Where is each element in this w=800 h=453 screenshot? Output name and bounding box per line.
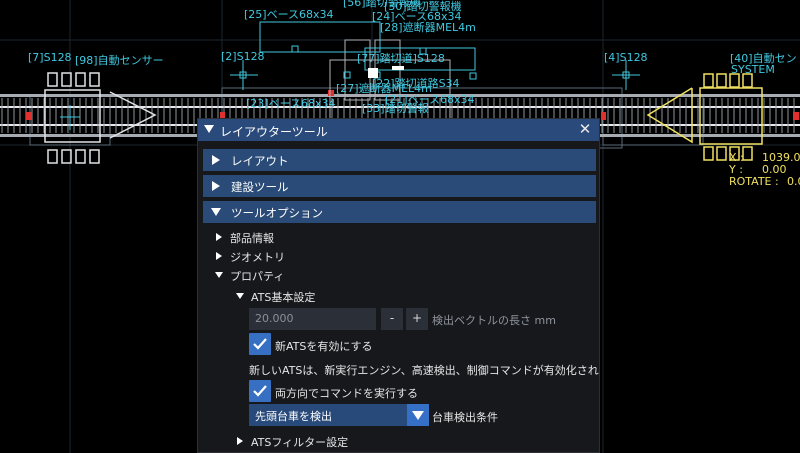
- panel-titlebar[interactable]: レイアウターツール ✕: [198, 119, 599, 141]
- bogie-condition-label: 台車検出条件: [432, 411, 498, 424]
- sensor-right: [646, 73, 763, 161]
- cad-label: [77]踏切道]S128: [357, 52, 445, 65]
- cad-label: [98]自動センサー: [75, 54, 164, 67]
- expand-arrow-icon: [212, 155, 220, 165]
- collapse-triangle-icon[interactable]: [204, 125, 214, 133]
- cad-label: SYSTEM: [731, 63, 775, 76]
- collapse-arrow-icon: [215, 272, 223, 278]
- panel-title: レイアウターツール: [220, 125, 328, 139]
- cad-label: [27]遮断器MEL4m: [336, 82, 432, 95]
- new-ats-info-text: 新しいATSは、新実行エンジン、高速検出、制御コマンドが有効化され: [249, 364, 599, 377]
- detect-vector-input[interactable]: 20.000: [249, 308, 376, 330]
- close-icon[interactable]: ✕: [577, 121, 593, 137]
- bogie-condition-select[interactable]: 先頭台車を検出: [249, 404, 407, 426]
- section-label: 建設ツール: [231, 180, 289, 194]
- tree-node-label: ATS基本設定: [251, 291, 316, 304]
- expand-arrow-icon: [216, 233, 222, 241]
- cad-label: [4]S128: [604, 51, 648, 64]
- section-layout[interactable]: レイアウト: [203, 149, 596, 171]
- enable-new-ats-checkbox[interactable]: [249, 333, 271, 355]
- section-label: ツールオプション: [231, 206, 323, 220]
- cad-label: [33]踏切警報: [362, 102, 429, 115]
- tree-node-label: プロパティ: [230, 270, 285, 283]
- decrement-button[interactable]: -: [381, 308, 403, 330]
- increment-button[interactable]: +: [406, 308, 428, 330]
- bidirectional-checkbox[interactable]: [249, 380, 271, 402]
- detect-vector-label: 検出ベクトルの長さ mm: [432, 314, 556, 327]
- expand-arrow-icon: [212, 181, 220, 191]
- cad-label: [2]S128: [221, 50, 265, 63]
- tree-node-label: 部品情報: [230, 232, 274, 245]
- section-tool-options[interactable]: ツールオプション: [203, 201, 596, 223]
- coord-rotate-label: ROTATE :: [729, 175, 779, 188]
- tree-node-properties[interactable]: プロパティ: [214, 266, 414, 284]
- cad-label: [7]S128: [28, 51, 72, 64]
- tree-node-label: ジオメトリ: [230, 251, 285, 264]
- tree-node-ats-basic[interactable]: ATS基本設定: [235, 287, 435, 305]
- bidirectional-label: 両方向でコマンドを実行する: [275, 387, 418, 400]
- tree-node-ats-filter[interactable]: ATSフィルター設定: [235, 432, 435, 450]
- collapse-arrow-icon: [236, 293, 244, 299]
- coord-rotate-value: 0.0: [787, 175, 800, 188]
- cad-label: [25]ベース68x34: [244, 8, 334, 21]
- section-label: レイアウト: [231, 154, 289, 168]
- cad-label: [28]遮断器MEL4m: [380, 21, 476, 34]
- layouter-tool-panel: レイアウターツール ✕ レイアウト 建設ツール ツールオプション 部品情報 ジオ…: [197, 118, 600, 453]
- collapse-arrow-icon: [211, 208, 221, 216]
- section-construction-tools[interactable]: 建設ツール: [203, 175, 596, 197]
- expand-arrow-icon: [216, 252, 222, 260]
- tree-node-label: ATSフィルター設定: [251, 436, 349, 449]
- checkmark-icon: [253, 338, 267, 350]
- dropdown-arrow-icon[interactable]: [407, 404, 429, 426]
- cad-label: [23]ベース68x34: [246, 97, 336, 110]
- checkmark-icon: [253, 385, 267, 397]
- enable-new-ats-label: 新ATSを有効にする: [275, 340, 373, 353]
- tree-node-parts-info[interactable]: 部品情報: [214, 228, 414, 246]
- expand-arrow-icon: [237, 437, 243, 445]
- tree-node-geometry[interactable]: ジオメトリ: [214, 247, 414, 265]
